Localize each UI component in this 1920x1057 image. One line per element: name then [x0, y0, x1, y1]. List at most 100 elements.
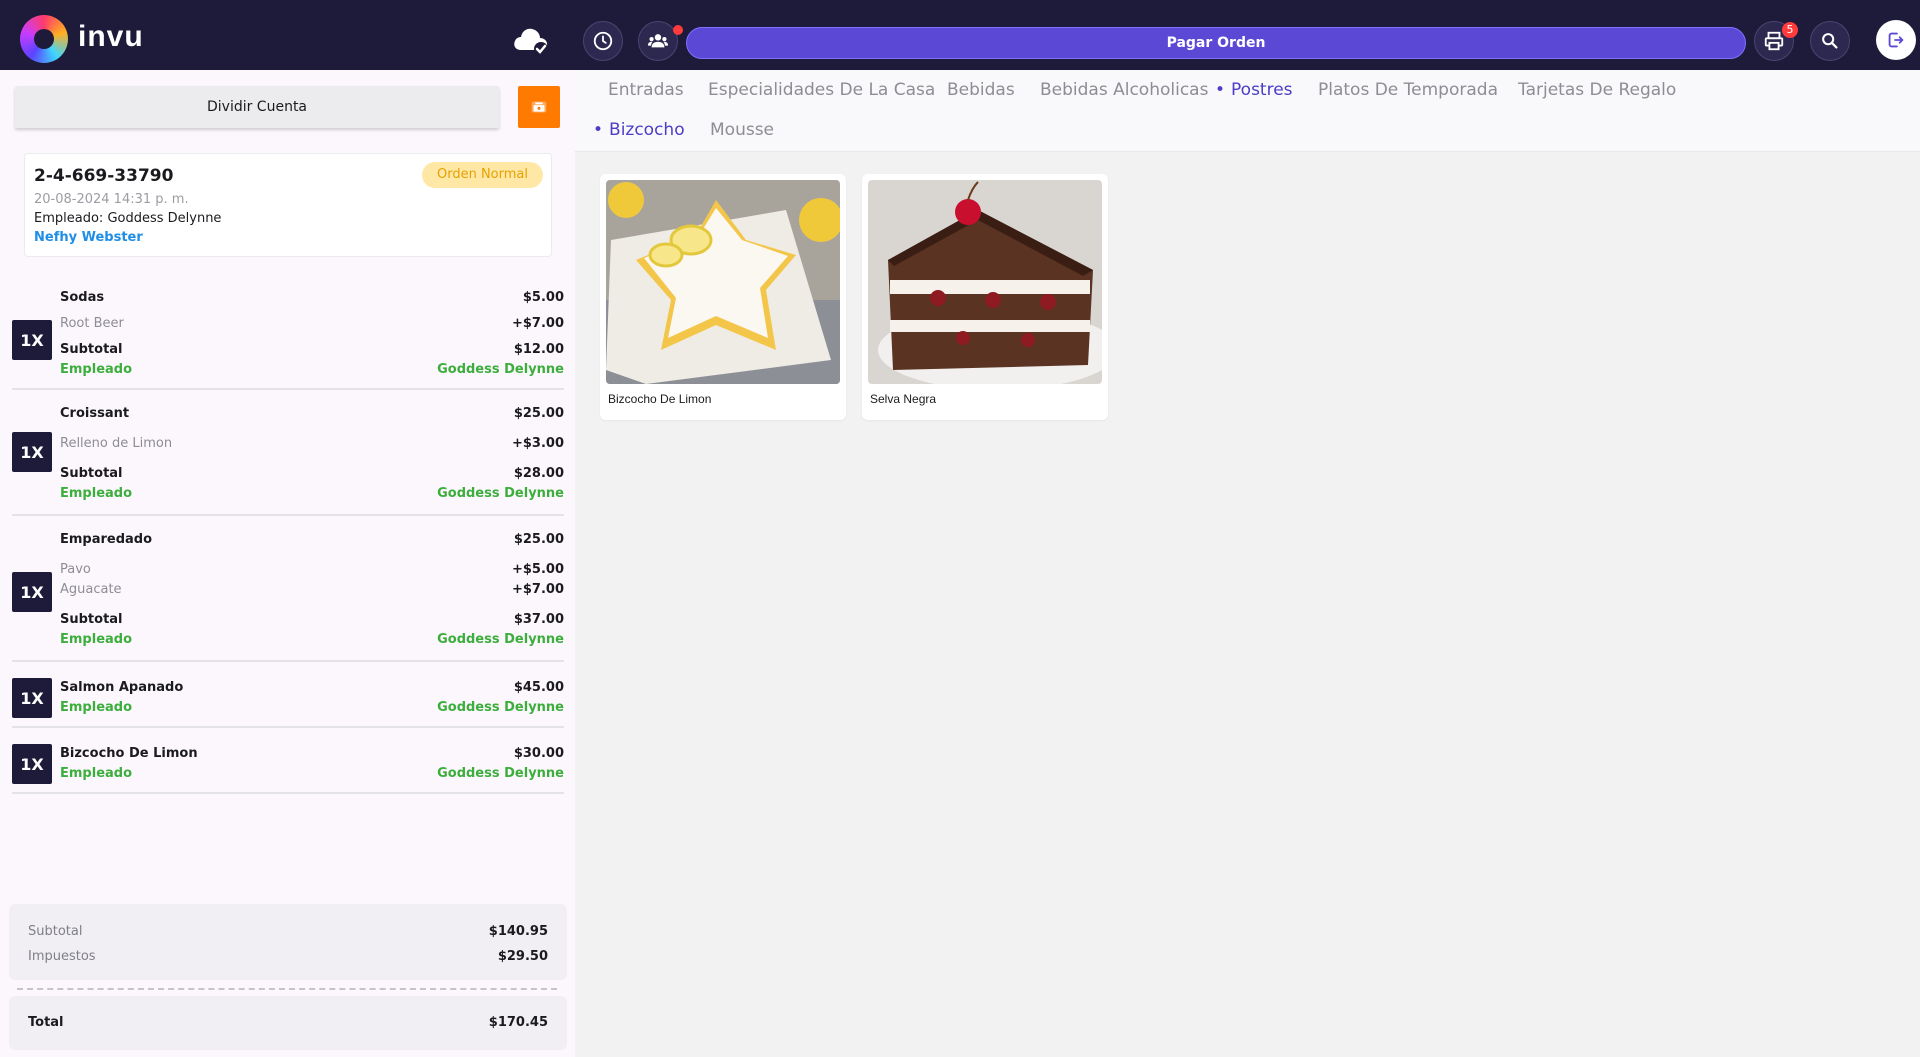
order-item[interactable]: 1X Emparedado $25.00 Pavo +$5.00 Aguacat…	[12, 516, 564, 662]
employee-value: Goddess Delynne	[437, 700, 564, 715]
subtab-bizcocho[interactable]: Bizcocho	[593, 120, 685, 140]
employee-row: Empleado Goddess Delynne	[60, 486, 564, 501]
total-value: $170.45	[488, 1015, 548, 1030]
item-name-row: Bizcocho De Limon $30.00	[60, 746, 564, 761]
order-type-badge: Orden Normal	[421, 162, 543, 188]
subtotal-value: $37.00	[513, 612, 564, 627]
cloud-sync-icon[interactable]	[512, 24, 550, 58]
modifier-price: +$3.00	[511, 436, 564, 451]
employee-name: Goddess Delynne	[107, 211, 222, 226]
modifier-price: +$7.00	[511, 316, 564, 331]
order-info-card: 2-4-669-33790 Orden Normal 20-08-2024 14…	[24, 153, 552, 257]
subtotal-label: Subtotal	[60, 466, 123, 481]
subtotal-label: Subtotal	[60, 612, 123, 627]
logout-button[interactable]	[1876, 20, 1916, 60]
logout-icon	[1888, 32, 1904, 48]
history-button[interactable]	[583, 21, 623, 61]
customer-name[interactable]: Nefhy Webster	[34, 230, 143, 245]
clock-icon	[593, 31, 613, 51]
item-price: $25.00	[513, 532, 564, 547]
top-bar: invu Pagar Orden 5	[0, 0, 1920, 70]
employee-label: Empleado	[60, 766, 133, 781]
subtotal-label: Subtotal	[60, 342, 123, 357]
search-button[interactable]	[1810, 21, 1850, 61]
item-quantity: 1X	[12, 678, 52, 718]
customers-alert-dot	[673, 25, 683, 35]
modifier-row: Aguacate +$7.00	[60, 582, 564, 597]
subtotal-value: $28.00	[513, 466, 564, 481]
summary-tax-value: $29.50	[497, 949, 548, 964]
item-name: Sodas	[60, 290, 105, 305]
order-employee: Empleado: Goddess Delynne	[34, 211, 221, 226]
subtotal-row: Subtotal $12.00	[60, 342, 564, 357]
tab-entradas[interactable]: Entradas	[608, 80, 684, 100]
modifier-name: Pavo	[60, 562, 91, 577]
subtab-mousse[interactable]: Mousse	[710, 120, 774, 140]
order-item[interactable]: 1X Bizcocho De Limon $30.00 Empleado God…	[12, 728, 564, 794]
item-name-row: Salmon Apanado $45.00	[60, 680, 564, 695]
black-forest-cake-image	[868, 180, 1102, 384]
employee-label: Empleado	[60, 632, 133, 647]
product-name: Bizcocho De Limon	[608, 392, 712, 406]
notification-badge: 5	[1782, 22, 1798, 38]
order-item[interactable]: 1X Croissant $25.00 Relleno de Limon +$3…	[12, 390, 564, 516]
employee-value: Goddess Delynne	[437, 766, 564, 781]
subtotal-summary-row: Subtotal $140.95	[28, 924, 548, 939]
product-card[interactable]: Selva Negra	[862, 174, 1108, 420]
modifier-name: Aguacate	[60, 582, 122, 597]
product-card[interactable]: Bizcocho De Limon	[600, 174, 846, 420]
order-item[interactable]: 1X Sodas $5.00 Root Beer +$7.00 Subtotal…	[12, 280, 564, 390]
tab-tarjetas-de-regalo[interactable]: Tarjetas De Regalo	[1518, 80, 1676, 100]
totals-divider	[17, 988, 557, 990]
item-name-row: Emparedado $25.00	[60, 532, 564, 547]
lemon-cake-image	[606, 180, 840, 384]
modifier-price: +$5.00	[511, 562, 564, 577]
cash-drawer-button[interactable]	[518, 86, 560, 128]
employee-label: Empleado	[60, 700, 133, 715]
modifier-name: Root Beer	[60, 316, 124, 331]
item-name: Emparedado	[60, 532, 153, 547]
order-panel: Dividir Cuenta 2-4-669-33790 Orden Norma…	[0, 70, 575, 1057]
item-quantity: 1X	[12, 320, 52, 360]
brand-name: invu	[78, 20, 144, 53]
users-icon	[647, 34, 669, 48]
grand-total: Total $170.45	[9, 996, 567, 1050]
employee-row: Empleado Goddess Delynne	[60, 766, 564, 781]
summary-tax-label: Impuestos	[28, 949, 96, 964]
item-quantity: 1X	[12, 744, 52, 784]
split-bill-button[interactable]: Dividir Cuenta	[15, 86, 499, 128]
invu-logo	[20, 15, 68, 63]
item-name-row: Sodas $5.00	[60, 290, 564, 305]
tab-bebidas-alcoholicas[interactable]: Bebidas Alcoholicas	[1040, 80, 1208, 100]
customers-button[interactable]	[638, 21, 678, 61]
tab-postres[interactable]: Postres	[1215, 80, 1293, 100]
item-quantity: 1X	[12, 572, 52, 612]
subtotal-row: Subtotal $28.00	[60, 466, 564, 481]
category-bar: Entradas Especialidades De La Casa Bebid…	[575, 70, 1920, 152]
employee-label: Empleado	[60, 362, 133, 377]
employee-row: Empleado Goddess Delynne	[60, 700, 564, 715]
employee-value: Goddess Delynne	[437, 362, 564, 377]
order-date: 20-08-2024 14:31 p. m.	[34, 192, 189, 207]
item-name: Bizcocho De Limon	[60, 746, 198, 761]
item-price: $5.00	[522, 290, 564, 305]
tab-platos-de-temporada[interactable]: Platos De Temporada	[1318, 80, 1498, 100]
totals-summary: Subtotal $140.95 Impuestos $29.50	[9, 904, 567, 980]
tab-especialidades[interactable]: Especialidades De La Casa	[708, 80, 935, 100]
order-items-list: 1X Sodas $5.00 Root Beer +$7.00 Subtotal…	[12, 280, 564, 794]
employee-value: Goddess Delynne	[437, 486, 564, 501]
pay-order-button[interactable]: Pagar Orden	[686, 27, 1746, 59]
tab-bebidas[interactable]: Bebidas	[947, 80, 1015, 100]
modifier-name: Relleno de Limon	[60, 436, 173, 451]
item-price: $45.00	[513, 680, 564, 695]
employee-row: Empleado Goddess Delynne	[60, 362, 564, 377]
summary-subtotal-value: $140.95	[488, 924, 548, 939]
employee-value: Goddess Delynne	[437, 632, 564, 647]
modifier-row: Relleno de Limon +$3.00	[60, 436, 564, 451]
item-price: $30.00	[513, 746, 564, 761]
item-name: Croissant	[60, 406, 130, 421]
employee-row: Empleado Goddess Delynne	[60, 632, 564, 647]
product-name: Selva Negra	[870, 392, 937, 406]
order-item[interactable]: 1X Salmon Apanado $45.00 Empleado Goddes…	[12, 662, 564, 728]
total-label: Total	[28, 1015, 64, 1030]
